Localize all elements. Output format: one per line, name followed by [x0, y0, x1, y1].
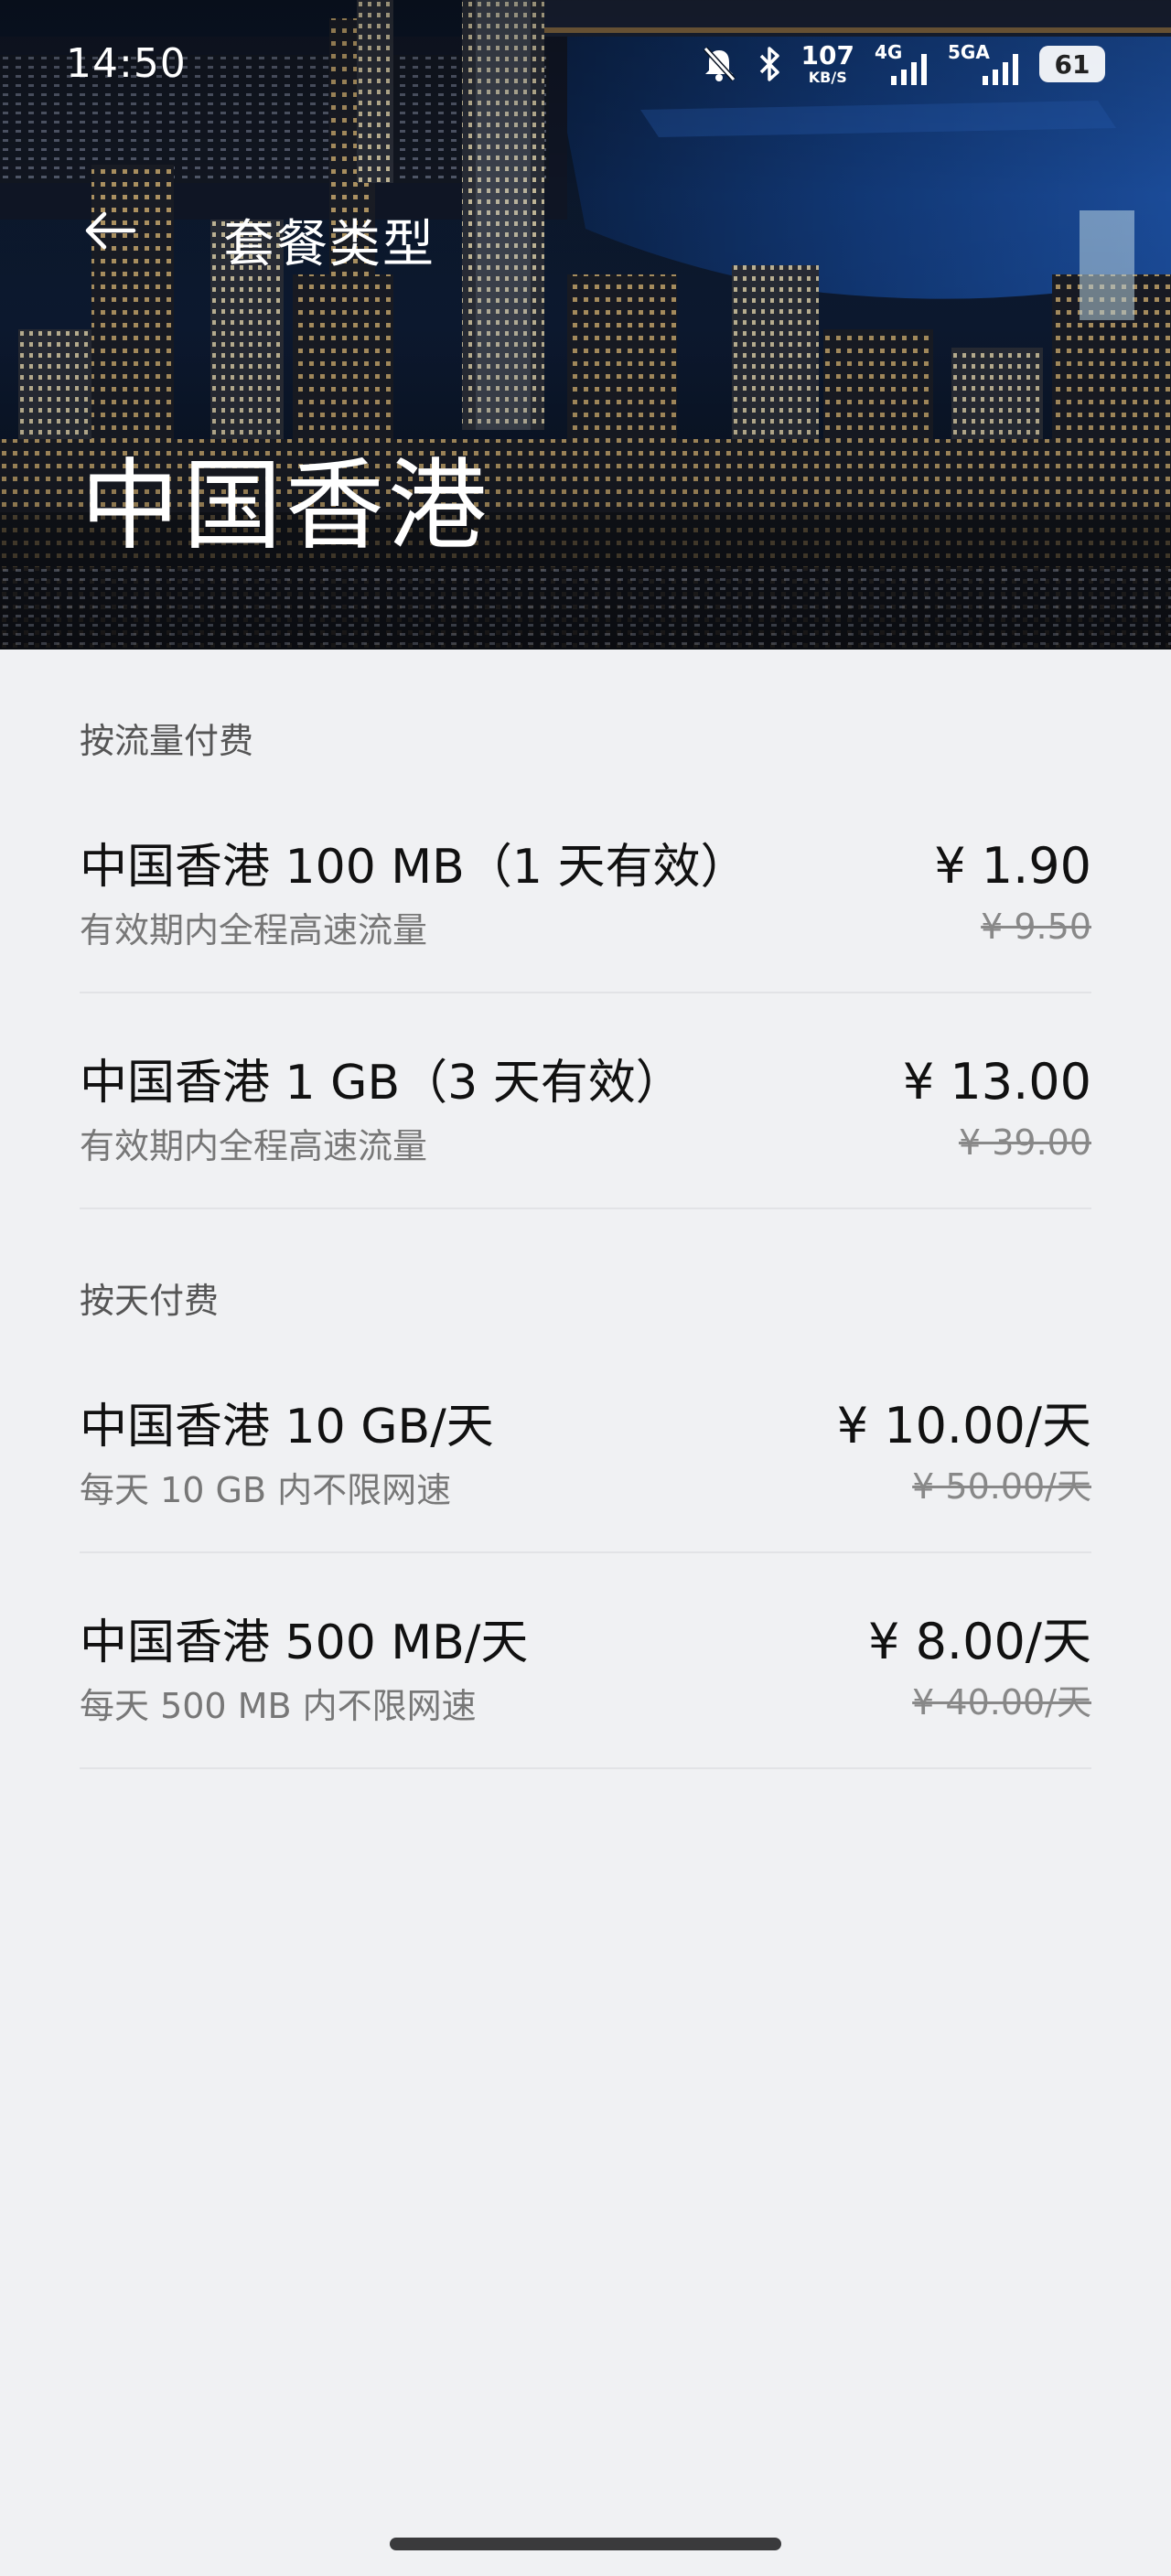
- bluetooth-icon: [757, 45, 781, 83]
- sim2-signal: 5GA: [948, 43, 1019, 85]
- status-time: 14:50: [66, 40, 187, 87]
- battery-icon: 61: [1039, 46, 1105, 82]
- plan-original-price: ¥ 50.00/天: [912, 1466, 1091, 1507]
- plan-item[interactable]: 中国香港 500 MB/天 每天 500 MB 内不限网速 ¥ 8.00/天 ¥…: [80, 1553, 1091, 1769]
- plan-list: 按流量付费 中国香港 100 MB（1 天有效） 有效期内全程高速流量 ¥ 1.…: [0, 649, 1171, 1769]
- sim1-signal: 4G: [875, 43, 928, 85]
- signal-icon: [983, 54, 1018, 85]
- plan-description: 每天 500 MB 内不限网速: [80, 1686, 477, 1726]
- header-banner: 14:50 107 KB/S 4G 5GA 61 套餐类型 中国香港: [0, 0, 1171, 649]
- plan-original-price: ¥ 39.00: [958, 1122, 1091, 1163]
- arrow-left-icon: [85, 211, 136, 250]
- plan-name: 中国香港 10 GB/天: [80, 1400, 494, 1454]
- plan-description: 有效期内全程高速流量: [80, 910, 428, 950]
- plan-description: 有效期内全程高速流量: [80, 1126, 428, 1166]
- signal-icon: [891, 54, 927, 85]
- plan-price: ¥ 10.00/天: [836, 1397, 1091, 1454]
- plan-original-price: ¥ 40.00/天: [912, 1682, 1091, 1723]
- network-speed: 107 KB/S: [801, 43, 854, 85]
- home-indicator[interactable]: [390, 2538, 781, 2550]
- plan-item[interactable]: 中国香港 100 MB（1 天有效） 有效期内全程高速流量 ¥ 1.90 ¥ 9…: [80, 778, 1091, 993]
- back-button[interactable]: [71, 192, 148, 269]
- region-title: 中国香港: [81, 449, 491, 564]
- network-speed-value: 107: [800, 40, 854, 70]
- plan-price: ¥ 13.00: [902, 1053, 1091, 1111]
- network-speed-unit: KB/S: [808, 69, 847, 86]
- plan-price: ¥ 8.00/天: [868, 1613, 1091, 1670]
- plan-description: 每天 10 GB 内不限网速: [80, 1470, 452, 1510]
- section-header-daily: 按天付费: [80, 1281, 220, 1321]
- status-bar: 14:50 107 KB/S 4G 5GA 61: [0, 0, 1171, 128]
- plan-item[interactable]: 中国香港 1 GB（3 天有效） 有效期内全程高速流量 ¥ 13.00 ¥ 39…: [80, 993, 1091, 1209]
- plan-name: 中国香港 100 MB（1 天有效）: [80, 840, 748, 895]
- plan-item[interactable]: 中国香港 10 GB/天 每天 10 GB 内不限网速 ¥ 10.00/天 ¥ …: [80, 1337, 1091, 1553]
- plan-name: 中国香港 1 GB（3 天有效）: [80, 1056, 683, 1111]
- plan-name: 中国香港 500 MB/天: [80, 1615, 529, 1670]
- section-header-data-usage: 按流量付费: [80, 721, 254, 761]
- mute-icon: [701, 45, 737, 83]
- page-title: 套餐类型: [223, 215, 435, 274]
- status-icons: 107 KB/S 4G 5GA 61: [701, 38, 1105, 90]
- plan-price: ¥ 1.90: [934, 837, 1091, 895]
- plan-original-price: ¥ 9.50: [981, 907, 1091, 947]
